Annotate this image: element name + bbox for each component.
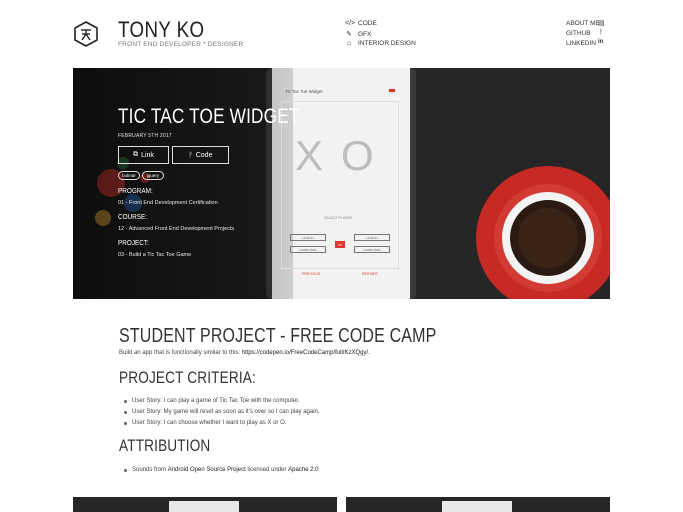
building-icon: ⌂ <box>346 40 352 47</box>
codepen-link[interactable]: https://codepen.io/FreeCodeCamp/full/KzX… <box>242 350 368 356</box>
list-item: Sounds from Android Open Source Project … <box>124 467 318 473</box>
nav-interior-label: INTERIOR DESIGN <box>358 40 416 47</box>
nav-code[interactable]: </> CODE <box>345 20 377 27</box>
git-branch-icon: ᚹ <box>188 151 193 159</box>
link-button-label: Link <box>141 151 154 159</box>
program-label: PROGRAM: <box>118 186 153 195</box>
logo-icon[interactable] <box>74 21 98 47</box>
nav-about-label: ABOUT ME <box>566 20 600 27</box>
nav-code-label: CODE <box>358 20 377 27</box>
heading-project-criteria: PROJECT CRITERIA: <box>119 368 256 387</box>
nav-github[interactable]: GITHUB <box>566 30 591 37</box>
phone-x-mark: X <box>295 132 324 179</box>
intro-paragraph: Build an app that is functionally simila… <box>119 350 370 356</box>
project-title: TIC TAC TOE WIDGET <box>118 105 300 128</box>
project-date: FEBRUARY 5TH 2017 <box>118 133 172 139</box>
phone-close-icon <box>389 89 395 92</box>
phone-option-4[interactable]: COMPUTER <box>354 246 390 253</box>
git-icon: ᚹ <box>599 29 604 36</box>
heading-attribution: ATTRIBUTION <box>119 436 211 455</box>
tag-jquery[interactable]: jquery <box>142 171 164 180</box>
linkedin-icon: in <box>598 39 604 45</box>
nav-linkedin[interactable]: LINKEDIN <box>566 40 596 47</box>
phone-footer-right[interactable]: RESTART <box>362 272 378 276</box>
aosp-link[interactable]: Android Open Source Project <box>168 467 246 473</box>
nav-interior-design[interactable]: ⌂ INTERIOR DESIGN <box>345 40 416 47</box>
project-value: 03 - Build a Tic Tac Toe Game <box>118 252 192 258</box>
course-label: COURSE: <box>118 212 148 221</box>
hero-banner: Tic Tac Toe Widget X O SELECT PLAYER HUM… <box>73 68 610 299</box>
link-button[interactable]: ⧉ Link <box>118 146 169 164</box>
phone-o-mark: O <box>341 132 374 179</box>
phone-app-title: Tic Tac Toe Widget <box>285 89 323 94</box>
nav-github-label: GITHUB <box>566 30 591 37</box>
site-subtitle: FRONT END DEVELOPER * DESIGNER <box>118 41 244 48</box>
gallery-image[interactable] <box>346 497 610 512</box>
site-title[interactable]: TONY KO <box>118 17 204 43</box>
list-item: User Story: I can choose whether I want … <box>124 420 286 426</box>
nav-about-me[interactable]: ABOUT ME <box>566 20 600 27</box>
list-item: User Story: My game will reset as soon a… <box>124 409 320 415</box>
phone-vs-badge: VS <box>335 241 345 248</box>
phone-footer-left[interactable]: PREVIOUS <box>302 272 320 276</box>
gallery-image[interactable] <box>73 497 337 512</box>
course-value: 12 - Advanced Front End Development Proj… <box>118 226 235 232</box>
phone-option-3[interactable]: COMPUTER <box>290 246 326 253</box>
list-item: User Story: I can play a game of Tic Tac… <box>124 398 300 404</box>
phone-option-2[interactable]: HUMAN <box>354 234 390 241</box>
phone-status: SELECT PLAYER <box>324 216 353 220</box>
nav-linkedin-label: LINKEDIN <box>566 40 596 47</box>
heading-student-project: STUDENT PROJECT - FREE CODE CAMP <box>119 325 437 347</box>
code-icon: </> <box>345 20 356 27</box>
nav-gfx-label: GFX <box>358 30 372 38</box>
apache-license-link[interactable]: Apache 2.0 <box>288 467 318 473</box>
project-label: PROJECT: <box>118 238 149 247</box>
tag-bulmar[interactable]: bulmar <box>118 171 140 180</box>
code-button-label: Code <box>195 151 213 159</box>
program-value: 01 - Front End Development Certification <box>118 200 218 206</box>
id-card-icon: ▤ <box>598 20 605 27</box>
code-button[interactable]: ᚹ Code <box>172 146 229 164</box>
external-link-icon: ⧉ <box>133 151 139 158</box>
phone-option-1[interactable]: HUMAN <box>290 234 326 241</box>
brush-icon: ✎ <box>346 31 352 38</box>
nav-gfx[interactable]: ✎ GFX <box>345 30 372 39</box>
